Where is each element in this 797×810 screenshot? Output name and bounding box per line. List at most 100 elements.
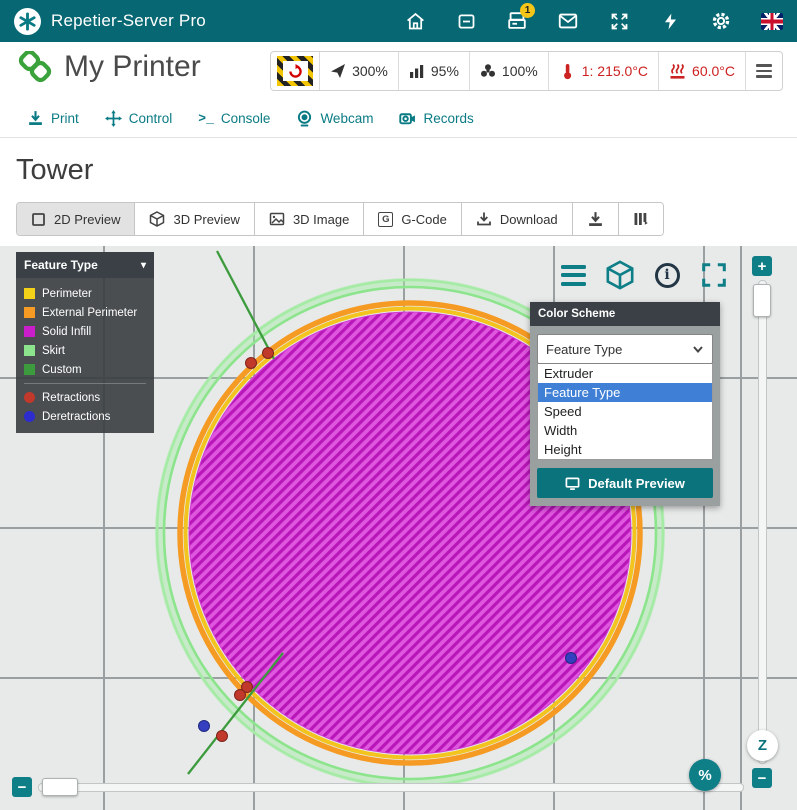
fan-speed[interactable]: 100%: [469, 52, 548, 90]
hamburger-icon: [561, 265, 586, 286]
printer-name: My Printer: [64, 50, 201, 84]
solid-infill-swatch: [24, 326, 35, 337]
tab-control-label: Control: [129, 111, 173, 126]
vertical-scrollbar-handle[interactable]: [753, 284, 771, 317]
language-flag-icon[interactable]: [761, 10, 783, 32]
option-height[interactable]: Height: [538, 440, 712, 459]
color-scheme-header: Color Scheme: [530, 302, 720, 326]
tab-control[interactable]: Control: [92, 100, 186, 137]
option-extruder[interactable]: Extruder: [538, 364, 712, 383]
view-2d-preview-button[interactable]: 2D Preview: [17, 203, 134, 235]
zoom-out-button[interactable]: −: [752, 768, 772, 788]
speed-multiplier[interactable]: 300%: [319, 52, 398, 90]
color-scheme-options: Extruder Feature Type Speed Width Height: [537, 364, 713, 460]
move-icon: [105, 110, 122, 127]
tab-records-label: Records: [423, 111, 473, 126]
tab-console[interactable]: >_ Console: [185, 100, 283, 137]
preview-fullscreen-button[interactable]: [699, 260, 729, 290]
printer-header: My Printer 300% 95% 100% 1: 215.0°C: [0, 42, 797, 100]
print-icon: [27, 110, 44, 127]
custom-swatch: [24, 364, 35, 375]
tab-print-label: Print: [51, 111, 79, 126]
fan-icon: [480, 63, 496, 79]
settings-gear-icon[interactable]: [710, 10, 732, 32]
send-to-printer-button[interactable]: [572, 203, 618, 235]
extruder-temp-value: 1: 215.0°C: [582, 63, 648, 79]
option-feature-type[interactable]: Feature Type: [538, 383, 712, 402]
tab-print[interactable]: Print: [14, 100, 92, 137]
tab-webcam-label: Webcam: [320, 111, 373, 126]
z-layer-button[interactable]: Z: [747, 730, 778, 761]
menu-icon: [756, 64, 772, 77]
flow-multiplier[interactable]: 95%: [398, 52, 469, 90]
color-scheme-selected-value: Feature Type: [546, 342, 622, 357]
color-scheme-select[interactable]: Feature Type: [537, 334, 713, 364]
gcode-2d-preview-canvas[interactable]: Feature Type ▾ Perimeter External Perime…: [0, 246, 797, 810]
home-icon[interactable]: [404, 10, 426, 32]
retractions-marker: [24, 392, 35, 403]
preview-toolbar: i: [558, 260, 729, 290]
legend-item-external-perimeter: External Perimeter: [24, 303, 146, 322]
preview-3d-toggle-button[interactable]: [605, 260, 635, 290]
horizontal-minus-button[interactable]: −: [12, 777, 32, 797]
layers-button[interactable]: [618, 203, 663, 235]
bed-temperature[interactable]: 60.0°C: [658, 52, 745, 90]
legend-color-mode-select[interactable]: Feature Type ▾: [16, 252, 154, 278]
tab-records[interactable]: Records: [386, 100, 486, 137]
printers-icon[interactable]: 1: [506, 10, 528, 32]
info-icon: i: [655, 263, 680, 288]
download-icon: [476, 211, 492, 227]
webcam-icon: [296, 110, 313, 127]
power-icon[interactable]: [659, 10, 681, 32]
layers-icon: [633, 211, 649, 227]
extruder-temperature[interactable]: 1: 215.0°C: [548, 52, 658, 90]
app-title: Repetier-Server Pro: [51, 11, 206, 31]
preview-menu-button[interactable]: [558, 260, 588, 290]
gcode-icon: G: [378, 212, 393, 227]
view-3d-preview-button[interactable]: 3D Preview: [134, 203, 253, 235]
bed-temp-value: 60.0°C: [692, 63, 735, 79]
printer-stats-toolbar: 300% 95% 100% 1: 215.0°C 60.0°C: [270, 51, 783, 91]
horizontal-scrollbar-handle[interactable]: [42, 778, 78, 796]
page-title: Tower: [16, 154, 93, 187]
emergency-stop-icon: [277, 56, 313, 86]
external-perimeter-swatch: [24, 307, 35, 318]
repetier-logo-icon[interactable]: [14, 8, 41, 35]
option-width[interactable]: Width: [538, 421, 712, 440]
fullscreen-icon[interactable]: [608, 10, 630, 32]
legend-item-retractions: Retractions: [24, 388, 146, 407]
legend-item-deretractions: Deretractions: [24, 407, 146, 426]
print-queue-icon[interactable]: [455, 10, 477, 32]
screen-icon: [565, 476, 580, 491]
vertical-scrollbar-track[interactable]: [758, 280, 767, 764]
preview-info-button[interactable]: i: [652, 260, 682, 290]
download-button[interactable]: Download: [461, 203, 572, 235]
printer-menu-button[interactable]: [745, 52, 782, 90]
top-navbar: Repetier-Server Pro 1: [0, 0, 797, 42]
fan-value: 100%: [502, 63, 538, 79]
bed-temp-icon: [669, 63, 686, 80]
cube-icon: [149, 211, 165, 227]
zoom-in-button[interactable]: +: [752, 256, 772, 276]
speed-value: 300%: [352, 63, 388, 79]
expand-corners-icon: [701, 262, 727, 288]
cube-3d-icon: [605, 260, 635, 290]
printer-tabs: Print Control >_ Console Webcam Records: [0, 100, 797, 138]
view-mode-buttons: 2D Preview 3D Preview 3D Image G G-Code …: [16, 202, 664, 236]
image-icon: [269, 211, 285, 227]
tab-webcam[interactable]: Webcam: [283, 100, 386, 137]
default-preview-button[interactable]: Default Preview: [537, 468, 713, 498]
flow-value: 95%: [431, 63, 459, 79]
view-3d-image-button[interactable]: 3D Image: [254, 203, 363, 235]
emergency-stop-button[interactable]: [271, 52, 319, 90]
messages-icon[interactable]: [557, 10, 579, 32]
tab-console-label: Console: [221, 111, 271, 126]
connection-link-icon[interactable]: [14, 51, 56, 96]
option-speed[interactable]: Speed: [538, 402, 712, 421]
extruder-temp-icon: [559, 63, 576, 80]
horizontal-scrollbar-track[interactable]: [38, 783, 744, 792]
records-icon: [399, 110, 416, 127]
percent-button[interactable]: %: [689, 759, 721, 791]
deretractions-marker: [24, 411, 35, 422]
view-gcode-button[interactable]: G G-Code: [363, 203, 461, 235]
